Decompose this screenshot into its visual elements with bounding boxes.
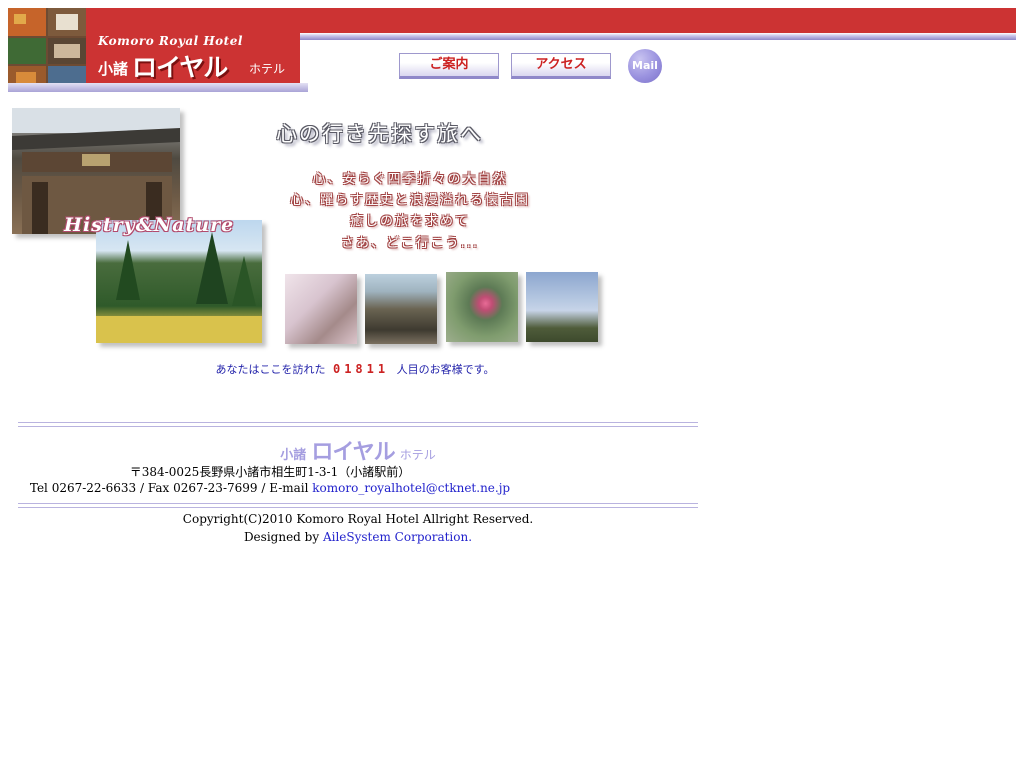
footer-phone-fax: Tel 0267-22-6633 / Fax 0267-23-7699 / E-…	[29, 481, 313, 495]
logo-royal: ロイヤル	[132, 53, 228, 82]
logo-komoro: 小諸	[98, 60, 129, 78]
footer-designed-by: Designed by AileSystem Corporation.	[0, 530, 716, 544]
header-logo-base	[8, 83, 308, 92]
logo-hotel: ホテル	[249, 62, 286, 76]
nav-access-button[interactable]: アクセス	[511, 53, 611, 79]
footer-logo-royal: ロイヤル	[311, 440, 395, 465]
designed-prefix: Designed by	[243, 530, 323, 544]
hero-nature-photo	[96, 220, 262, 343]
hero-poem-line: 心、躍らす歴史と浪漫溢れる懐古園	[290, 193, 530, 208]
footer-logo: 小諸 ロイヤル ホテル	[0, 434, 716, 466]
mail-button[interactable]: Mail	[628, 49, 662, 83]
footer-contact: Tel 0267-22-6633 / Fax 0267-23-7699 / E-…	[0, 481, 540, 495]
thumb-mountain-photo	[526, 272, 598, 342]
footer-email-link[interactable]: komoro_royalhotel@ctknet.ne.jp	[312, 481, 510, 495]
footer-divider-top	[18, 422, 698, 427]
footer-logo-komoro: 小諸	[280, 448, 307, 463]
counter-after: 人目のお客様です。	[396, 363, 495, 376]
counter-digits: 01811	[332, 362, 390, 376]
thumb-flower-photo	[446, 272, 518, 342]
hero-tagline: 心の行き先探す旅へ	[276, 122, 483, 146]
footer-logo-hotel: ホテル	[399, 448, 436, 462]
header-lavender-strip	[300, 33, 1016, 40]
logo-english-name: Komoro Royal Hotel	[98, 34, 243, 48]
thumb-castle-gate-photo	[365, 274, 437, 344]
nav-guide-button[interactable]: ご案内	[399, 53, 499, 79]
hero-script-title: Histry&Nature	[64, 214, 235, 236]
header-photo-collage	[8, 8, 86, 92]
thumb-cherry-blossom-photo	[285, 274, 357, 344]
footer-divider-bottom	[18, 503, 698, 508]
designer-link[interactable]: AileSystem Corporation.	[323, 530, 472, 544]
header-red-bar	[86, 8, 1016, 33]
footer-copyright: Copyright(C)2010 Komoro Royal Hotel Allr…	[182, 512, 534, 526]
hero-poem-line: 心、安らぐ四季折々の大自然	[312, 172, 508, 187]
counter-before: あなたはここを訪れた	[215, 363, 326, 376]
footer-address: 〒384-0025長野県小諸市相生町1-3-1（小諸駅前）	[129, 465, 411, 479]
visitor-counter: あなたはここを訪れた 01811 人目のお客様です。	[0, 361, 710, 377]
hero-poem-line: さあ、どこ行こう...	[340, 236, 479, 251]
hero-poem-line: 癒しの旅を求めて	[349, 214, 470, 229]
